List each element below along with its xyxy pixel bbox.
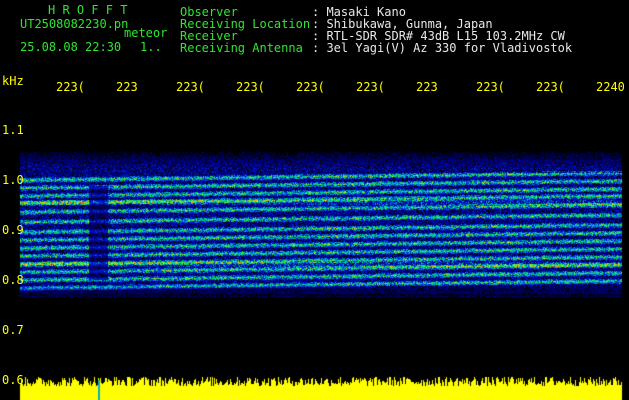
datetime: 25.08.08 22:30 <box>20 40 122 54</box>
freq-unit-label: kHz <box>2 74 24 88</box>
time-tick-label: 2240 <box>596 80 625 94</box>
time-tick-label: 223( <box>476 80 505 94</box>
time-tick-label: 223( <box>236 80 265 94</box>
freq-tick-label: 0.6 <box>2 373 24 387</box>
time-tick-label: 223 <box>116 80 138 94</box>
freq-tick-label: 0.7 <box>2 323 24 337</box>
freq-tick-label: 1.1 <box>2 123 24 137</box>
file-index: 1.. <box>140 40 162 54</box>
freq-tick-label: 0.9 <box>2 223 24 237</box>
freq-tick-label: 1.0 <box>2 173 24 187</box>
antenna-label: Receiving Antenna <box>180 41 303 55</box>
time-tick-label: 223( <box>356 80 385 94</box>
time-tick-label: 223 <box>416 80 438 94</box>
time-tick-label: 223( <box>176 80 205 94</box>
filename: UT2508082230.pn <box>20 17 129 31</box>
mode-label: meteor <box>124 26 168 40</box>
antenna-value: : 3el Yagi(V) Az 330 for Vladivostok <box>312 41 573 55</box>
time-tick-label: 223( <box>536 80 565 94</box>
freq-tick-label: 0.8 <box>2 273 24 287</box>
app-name: H R O F F T <box>48 3 128 17</box>
time-tick-label: 223( <box>296 80 325 94</box>
spectrogram-canvas <box>0 0 629 400</box>
time-tick-label: 223( <box>56 80 85 94</box>
